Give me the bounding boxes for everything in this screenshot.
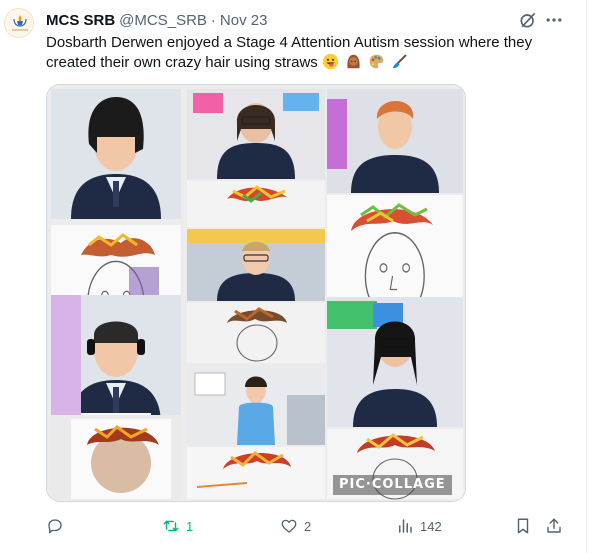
heart-icon xyxy=(281,519,297,533)
like-button[interactable]: 2 xyxy=(280,512,311,540)
views-bar-chart-icon xyxy=(399,519,412,533)
school-logo-icon xyxy=(5,9,33,37)
tweet[interactable]: MCS SRB @MCS_SRB · Nov 23 Dosbarth Derwe… xyxy=(0,0,594,553)
views-button[interactable]: 142 xyxy=(396,512,442,540)
share-icon xyxy=(547,518,561,533)
author-handle[interactable]: @MCS_SRB xyxy=(119,12,207,29)
more-options-icon[interactable] xyxy=(544,10,564,30)
retweet-count: 1 xyxy=(186,518,194,534)
woman-hair-emoji xyxy=(347,54,360,69)
collage-watermark: PIC·COLLAGE xyxy=(333,475,452,495)
author-name[interactable]: MCS SRB xyxy=(46,12,115,29)
bookmark-icon xyxy=(517,518,529,534)
bookmark-button[interactable] xyxy=(514,512,532,540)
reply-button[interactable] xyxy=(46,512,70,540)
paintbrush-emoji xyxy=(393,54,407,69)
timeline-divider xyxy=(586,0,587,553)
photo-collage-image xyxy=(47,85,465,501)
tweet-date[interactable]: Nov 23 xyxy=(220,12,268,29)
view-count: 142 xyxy=(420,518,442,534)
tweet-media-collage[interactable]: PIC·COLLAGE xyxy=(46,84,466,502)
like-count: 2 xyxy=(304,518,312,534)
tweet-header: MCS SRB @MCS_SRB · Nov 23 xyxy=(46,10,267,30)
grinning-tongue-emoji xyxy=(322,53,339,70)
separator-dot: · xyxy=(210,11,216,29)
artist-palette-emoji xyxy=(369,54,384,69)
tweet-text-block: Dosbarth Derwen enjoyed a Stage 4 Attent… xyxy=(46,33,566,73)
tweet-text: Dosbarth Derwen enjoyed a Stage 4 Attent… xyxy=(46,34,533,71)
share-button[interactable] xyxy=(545,512,563,540)
reply-icon xyxy=(48,519,62,534)
retweet-icon xyxy=(163,520,179,532)
avatar[interactable] xyxy=(4,8,34,38)
retweet-button[interactable]: 1 xyxy=(162,512,193,540)
tweet-actions-bar: 1 2 142 xyxy=(0,512,594,540)
grok-icon[interactable] xyxy=(518,10,538,30)
